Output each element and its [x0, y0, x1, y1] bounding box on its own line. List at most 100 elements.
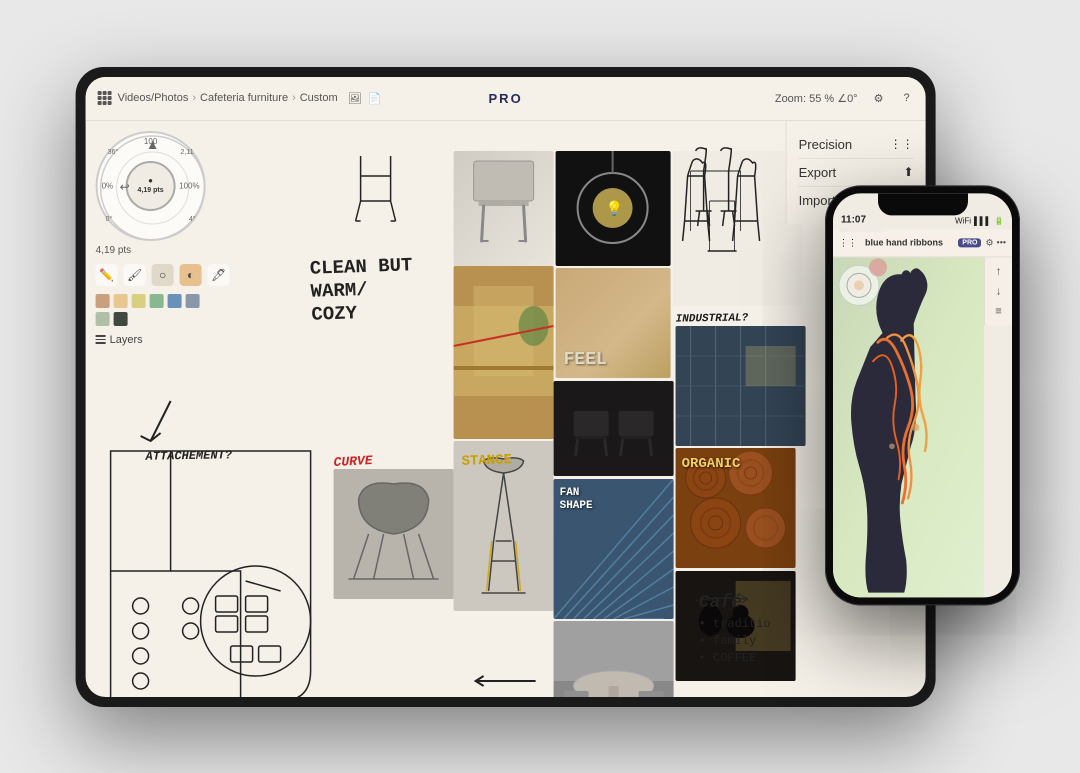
- phone-nav-icons: ⋮⋮: [839, 237, 857, 248]
- color-tool[interactable]: ◐: [180, 264, 202, 286]
- signal-icon: ▌▌▌: [974, 216, 991, 225]
- feel-text: FEEL: [564, 350, 607, 370]
- pen-tool[interactable]: ✏️: [96, 264, 118, 286]
- tablet-device: Videos/Photos › Cafeteria furniture › Cu…: [76, 67, 936, 707]
- breadcrumb: Videos/Photos › Cafeteria furniture › Cu…: [118, 92, 338, 104]
- precision-button[interactable]: Precision ⋮⋮: [799, 131, 914, 159]
- phone-upload-icon[interactable]: ↑: [996, 265, 1002, 277]
- swatch-8[interactable]: [114, 312, 128, 326]
- phone-pro-badge: PRO: [958, 238, 981, 247]
- help-button[interactable]: ?: [899, 90, 913, 106]
- top-bar: Videos/Photos › Cafeteria furniture › Cu…: [86, 77, 926, 121]
- breadcrumb-item-3[interactable]: Custom: [300, 92, 338, 104]
- phone-nav-bar: ⋮⋮ blue hand ribbons PRO ⚙ •••: [833, 229, 1012, 257]
- hw-text-attachement: ATTACHEMENT?: [145, 448, 232, 464]
- photo-dark-chairs: [554, 381, 674, 476]
- phone-device: 11:07 WiFi ▌▌▌ 🔋 ⋮⋮ blue hand ribbons PR…: [825, 185, 1020, 605]
- hw-text-curve: CURVE: [333, 452, 373, 470]
- phone-notch: [878, 193, 968, 215]
- dial-label-right: 100%: [179, 181, 199, 190]
- color-swatches: [96, 294, 216, 326]
- phone-dial-widget[interactable]: [837, 263, 882, 308]
- breadcrumb-sep-2: ›: [292, 92, 296, 104]
- swatch-3[interactable]: [132, 294, 146, 308]
- swatch-6[interactable]: [186, 294, 200, 308]
- layers-label-text: Layers: [110, 334, 143, 346]
- phone-grid-icon[interactable]: ⋮⋮: [839, 237, 857, 248]
- hw-text-clean-warm: CLEAN BUTWARM/COZY: [309, 254, 414, 326]
- phone-settings-icon[interactable]: ⚙: [985, 237, 993, 248]
- phone-screen: 11:07 WiFi ▌▌▌ 🔋 ⋮⋮ blue hand ribbons PR…: [833, 193, 1012, 597]
- swatch-7[interactable]: [96, 312, 110, 326]
- tool-icons: ✏️ 🖌 ○ ◐ 🖋: [96, 264, 236, 286]
- phone-download-icon[interactable]: ↓: [996, 285, 1002, 297]
- phone-menu-icon[interactable]: ≡: [995, 305, 1001, 317]
- color-blob: [869, 258, 887, 276]
- dial-widget[interactable]: ↩ ●4,19 pts 100 0% 100% 36° 2,11 0° 4°: [96, 131, 206, 241]
- cafe-text: Café: [699, 591, 771, 616]
- phone-time: 11:07: [841, 214, 866, 225]
- photo-fan-shape: FANSHAPE: [554, 479, 674, 619]
- phone-status-bar: WiFi ▌▌▌ 🔋: [955, 216, 1004, 225]
- photo-table-floor: grip: [554, 621, 674, 697]
- bullet-coffee: • COFFEE: [699, 650, 771, 667]
- swatch-5[interactable]: [168, 294, 182, 308]
- breadcrumb-item-1[interactable]: Videos/Photos: [118, 92, 189, 104]
- grid-icon[interactable]: [98, 91, 112, 105]
- photo-cafe-warm: FEEL: [556, 268, 671, 378]
- layers-button[interactable]: Layers: [96, 334, 236, 346]
- ink-tool[interactable]: 🖋: [208, 264, 230, 286]
- industrial-label: INDUSTRIAL?: [676, 312, 749, 325]
- swatch-4[interactable]: [150, 294, 164, 308]
- phone-action-icons[interactable]: ⚙ •••: [985, 237, 1006, 248]
- photo-barstool: STANCE: [454, 441, 554, 611]
- photo-industrial: [676, 326, 806, 446]
- photo-chair-light: [454, 151, 554, 266]
- dial-label-tl: 36°: [108, 149, 119, 156]
- swatch-1[interactable]: [96, 294, 110, 308]
- export-label: Export: [799, 165, 837, 180]
- precision-grid-icon: ⋮⋮: [890, 137, 914, 151]
- dial-label-top: 100: [144, 137, 157, 146]
- breadcrumb-item-2[interactable]: Cafeteria furniture: [200, 92, 288, 104]
- settings-button[interactable]: ⚙: [870, 90, 888, 107]
- pen-size-label: 4,19 pts: [96, 245, 236, 256]
- brush-tool[interactable]: 🖌: [124, 264, 146, 286]
- dial-circle[interactable]: ↩ ●4,19 pts 100 0% 100% 36° 2,11 0° 4°: [96, 131, 206, 241]
- photo-chairs-sketch: [673, 151, 803, 306]
- bullet-tradition: • traditio: [699, 616, 771, 633]
- swatch-2[interactable]: [114, 294, 128, 308]
- top-bar-right: Zoom: 55 % ∠0° ⚙ ?: [775, 90, 914, 107]
- scene: Videos/Photos › Cafeteria furniture › Cu…: [0, 0, 1080, 773]
- hamburger-icon: [96, 335, 106, 344]
- left-tools: ↩ ●4,19 pts 100 0% 100% 36° 2,11 0° 4°: [96, 131, 236, 346]
- svg-text:💡: 💡: [606, 200, 623, 217]
- photo-organic-logs: ORGANIC: [676, 448, 796, 568]
- dial-label-left: 0%: [102, 181, 114, 190]
- phone-doc-title: blue hand ribbons: [865, 237, 954, 247]
- top-bar-left: Videos/Photos › Cafeteria furniture › Cu…: [98, 91, 775, 105]
- export-button[interactable]: Export ⬆: [799, 159, 914, 187]
- app-title: PRO: [489, 91, 523, 106]
- wifi-icon: WiFi: [955, 216, 971, 225]
- bullet-family: • family: [699, 633, 771, 650]
- photo-lamp: 💡: [556, 151, 671, 266]
- dial-label-bl: 0°: [106, 216, 113, 223]
- precision-label: Precision: [799, 137, 852, 152]
- phone-toolbar: ↑ ↓ ≡: [984, 257, 1012, 325]
- phone-more-icon[interactable]: •••: [997, 237, 1006, 248]
- export-icon: ⬆: [904, 165, 914, 179]
- breadcrumb-sep-1: ›: [192, 92, 196, 104]
- zoom-level: Zoom: 55 % ∠0°: [775, 92, 858, 105]
- fan-shape-text: FANSHAPE: [560, 487, 593, 513]
- eraser-tool[interactable]: ○: [152, 264, 174, 286]
- photo-curve-chair: [334, 469, 454, 599]
- dial-label-br: 4°: [189, 216, 196, 223]
- photo-icon: 🖼: [348, 92, 362, 105]
- stance-overlay-text: STANCE: [461, 452, 512, 470]
- doc-icon: 📄: [368, 92, 382, 105]
- dial-label-tr: 2,11: [180, 149, 193, 156]
- organic-overlay-text: ORGANIC: [682, 456, 741, 472]
- tablet-screen: Videos/Photos › Cafeteria furniture › Cu…: [86, 77, 926, 697]
- battery-icon: 🔋: [994, 216, 1004, 225]
